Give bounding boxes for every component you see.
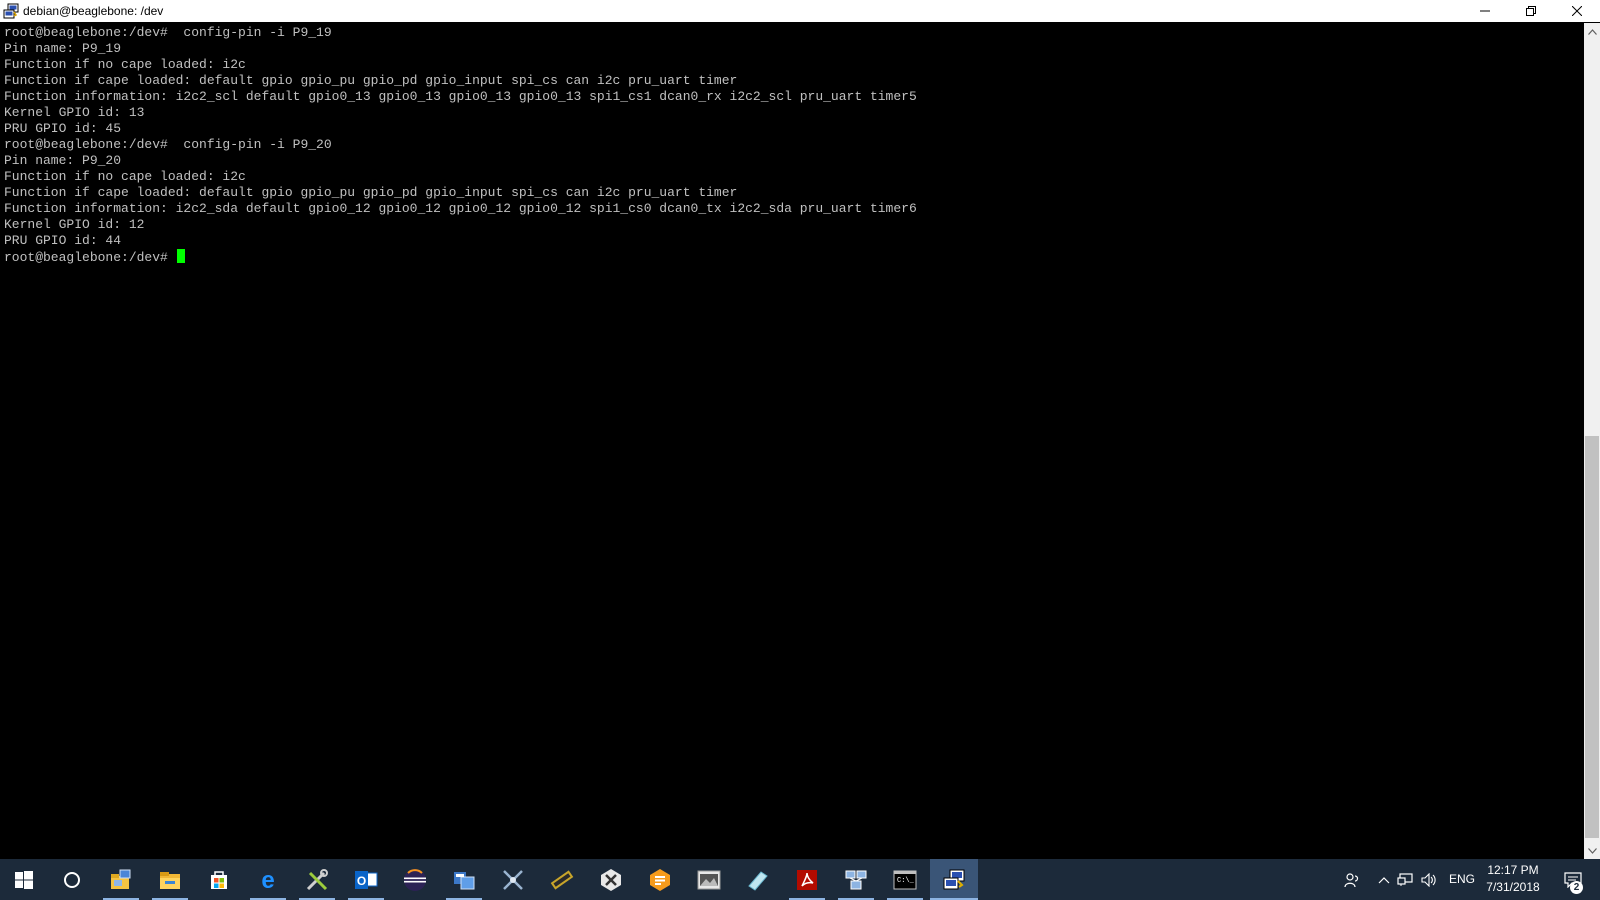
speaker-icon [1421, 872, 1436, 887]
sublime-icon [650, 868, 670, 891]
taskbar-app-network-folder[interactable] [97, 859, 145, 900]
terminal-line: Function if no cape loaded: i2c [4, 57, 246, 72]
terminal-line: Kernel GPIO id: 13 [4, 105, 145, 120]
cortana-search-icon [64, 871, 80, 888]
start-button[interactable] [0, 859, 48, 900]
minimize-icon [1480, 10, 1490, 12]
terminal-line: root@beaglebone:/dev# config-pin -i P9_1… [4, 25, 332, 40]
terminal-output[interactable]: root@beaglebone:/dev# config-pin -i P9_1… [0, 23, 1584, 859]
notification-count-badge: 2 [1570, 881, 1583, 894]
taskbar-app-eclipse[interactable] [391, 859, 439, 900]
taskbar-app-command-prompt[interactable]: C:\_ [881, 859, 929, 900]
close-button[interactable] [1554, 0, 1600, 22]
terminal-line: Function information: i2c2_sda default g… [4, 201, 917, 216]
putty-icon [943, 869, 965, 889]
taskbar-app-acrobat[interactable] [783, 859, 831, 900]
taskbar-app-file-explorer[interactable] [146, 859, 194, 900]
taskbar-app-sublime[interactable] [636, 859, 684, 900]
terminal-line: Function if cape loaded: default gpio gp… [4, 73, 738, 88]
clock-time: 12:17 PM [1487, 863, 1539, 877]
taskbar-app-x[interactable] [587, 859, 635, 900]
taskbar-app-edge[interactable]: e [244, 859, 292, 900]
board-icon [550, 869, 574, 890]
clock-date: 7/31/2018 [1486, 880, 1540, 894]
terminal-line: Function if cape loaded: default gpio gp… [4, 185, 738, 200]
taskbar-app-crossed-tools[interactable] [489, 859, 537, 900]
terminal-cursor [176, 249, 185, 263]
title-bar[interactable]: debian@beaglebone: /dev [0, 0, 1600, 22]
people-icon [1344, 872, 1359, 887]
taskbar-app-putty[interactable] [930, 859, 978, 900]
taskbar-app-store[interactable] [195, 859, 243, 900]
scroll-up-arrow-icon[interactable] [1584, 23, 1600, 40]
command-prompt-icon: C:\_ [893, 870, 917, 889]
svg-text:e: e [261, 868, 274, 892]
vertical-scrollbar[interactable] [1584, 23, 1600, 859]
window-title: debian@beaglebone: /dev [23, 4, 164, 18]
taskbar-app-pen[interactable] [734, 859, 782, 900]
restore-button[interactable] [1508, 0, 1554, 22]
taskbar-app-tools[interactable] [293, 859, 341, 900]
edge-icon: e [261, 868, 274, 892]
taskbar-app-board[interactable] [538, 859, 586, 900]
terminal-line: Pin name: P9_19 [4, 41, 122, 56]
taskbar-app-image-viewer[interactable] [685, 859, 733, 900]
svg-text:C:\_: C:\_ [897, 877, 915, 885]
terminal-line: Function if no cape loaded: i2c [4, 169, 246, 184]
package-icon [454, 871, 475, 889]
scrollbar-thumb[interactable] [1585, 436, 1599, 838]
outlook-icon: O [355, 870, 378, 889]
people-button[interactable] [1338, 859, 1366, 900]
terminal-line: Kernel GPIO id: 12 [4, 217, 145, 232]
terminal-line: PRU GPIO id: 45 [4, 121, 122, 136]
chevron-up-icon [1378, 876, 1390, 883]
image-viewer-icon [697, 870, 721, 889]
eclipse-icon [404, 868, 426, 891]
action-center-button[interactable] [1556, 859, 1590, 900]
acrobat-icon [797, 869, 817, 890]
pen-app-icon [748, 870, 768, 891]
windows-logo-icon [15, 870, 33, 889]
network-button[interactable] [1395, 859, 1415, 900]
terminal-line: Function information: i2c2_scl default g… [4, 89, 917, 104]
scroll-down-arrow-icon[interactable] [1584, 842, 1600, 859]
network-wired-icon [1397, 872, 1413, 886]
putty-icon[interactable] [3, 3, 19, 19]
terminal-line: Pin name: P9_20 [4, 153, 122, 168]
restore-icon [1526, 6, 1536, 16]
network-computers-icon [845, 870, 867, 889]
close-icon [1572, 6, 1582, 16]
svg-text:O: O [357, 874, 366, 888]
input-language-indicator[interactable]: ENG [1449, 872, 1475, 886]
terminal-prompt: root@beaglebone:/dev# [4, 250, 176, 265]
clock[interactable]: 12:17 PM 7/31/2018 [1478, 862, 1548, 896]
tools-icon [306, 868, 328, 890]
volume-button[interactable] [1418, 859, 1440, 900]
x-app-icon [601, 868, 621, 891]
terminal-text[interactable]: root@beaglebone:/dev# config-pin -i P9_1… [0, 23, 1584, 266]
terminal-line: PRU GPIO id: 44 [4, 233, 122, 248]
network-folder-icon [111, 869, 131, 889]
crossed-tools-icon [503, 869, 523, 890]
terminal-line: root@beaglebone:/dev# config-pin -i P9_2… [4, 137, 332, 152]
taskbar-app-package[interactable] [440, 859, 488, 900]
taskbar-app-outlook[interactable]: O [342, 859, 390, 900]
cortana-search-button[interactable] [48, 859, 96, 900]
store-icon [211, 870, 227, 889]
file-explorer-icon [160, 871, 180, 889]
taskbar: e O C:\_ ENG 12:17 PM 7/31/2018 2 [0, 859, 1600, 900]
show-hidden-icons-button[interactable] [1374, 859, 1394, 900]
minimize-button[interactable] [1462, 0, 1508, 22]
taskbar-app-network-computers[interactable] [832, 859, 880, 900]
putty-window: debian@beaglebone: /dev root@beaglebone:… [0, 0, 1600, 859]
